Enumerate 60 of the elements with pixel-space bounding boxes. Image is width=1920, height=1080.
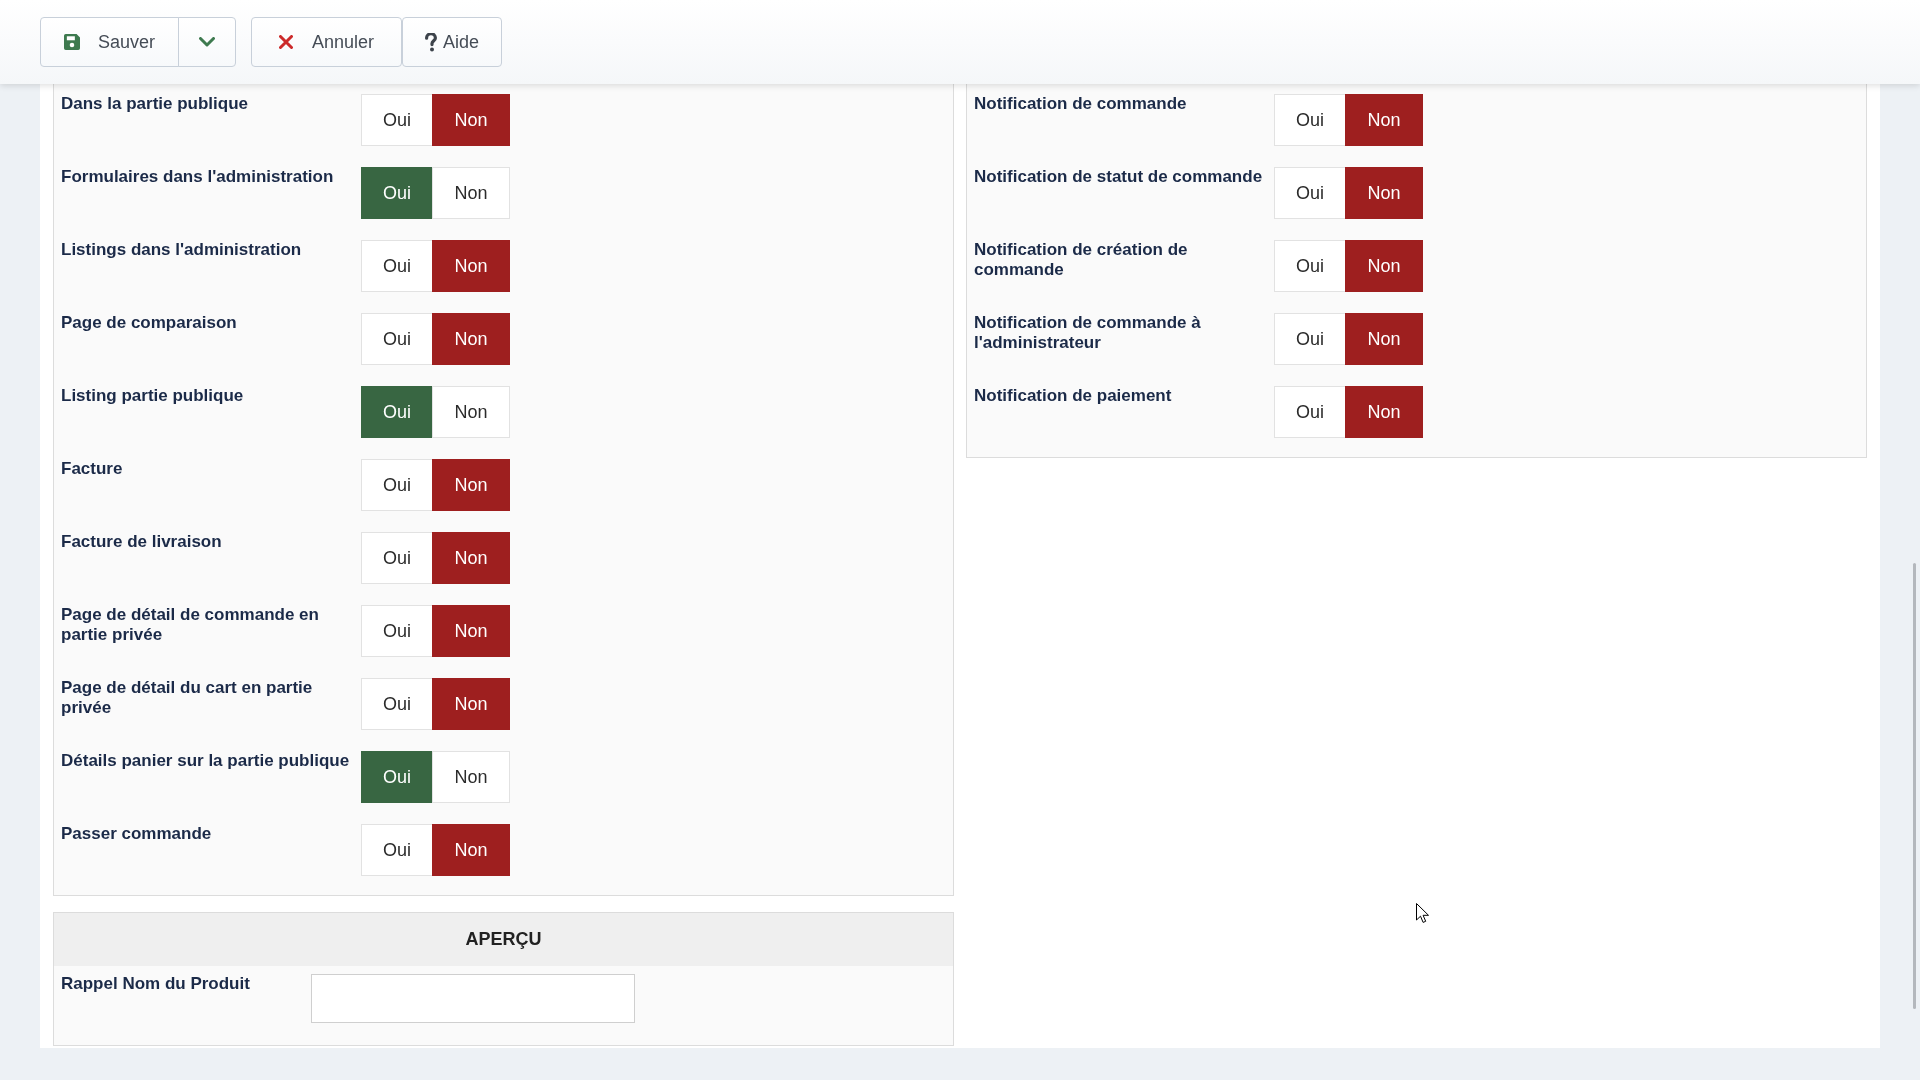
setting-label: Formulaires dans l'administration xyxy=(61,167,335,187)
close-icon xyxy=(278,35,293,49)
input-field[interactable] xyxy=(311,974,635,1023)
toggle-option[interactable]: Oui xyxy=(1274,386,1345,438)
setting-label: Facture xyxy=(61,459,124,479)
setting-label: Notification de création de commande xyxy=(974,240,1189,280)
setting-label: Notification de commande xyxy=(974,94,1188,114)
help-button[interactable]: Aide xyxy=(402,17,502,67)
section-heading: APERÇU xyxy=(54,913,953,966)
field-label: Rappel Nom du Produit xyxy=(61,974,251,994)
toggle-option[interactable]: Oui xyxy=(361,313,432,365)
scrollbar[interactable] xyxy=(1913,563,1916,1009)
setting-label: Listing partie publique xyxy=(61,386,245,406)
setting-label: Notification de paiement xyxy=(974,386,1173,406)
toggle-option[interactable]: Oui xyxy=(1274,94,1345,146)
setting-label: Détails panier sur la partie publique xyxy=(61,751,351,771)
toggle-option[interactable]: Non xyxy=(432,532,510,584)
setting-label: Page de détail de commande en partie privée xyxy=(61,605,320,645)
toggle-option[interactable]: Non xyxy=(432,386,510,438)
toggle-option[interactable]: Non xyxy=(432,240,510,292)
setting-label: Passer commande xyxy=(61,824,213,844)
toggle-option[interactable]: Oui xyxy=(361,94,432,146)
toggle-option[interactable]: Oui xyxy=(361,532,432,584)
toggle-option[interactable]: Oui xyxy=(361,678,432,730)
toggle-option[interactable]: Non xyxy=(1345,240,1423,292)
chevron-down-icon xyxy=(199,37,215,47)
toggle-option[interactable]: Oui xyxy=(1274,167,1345,219)
setting-label: Listings dans l'administration xyxy=(61,240,303,260)
toggle-option[interactable]: Non xyxy=(1345,167,1423,219)
toggle-option[interactable]: Non xyxy=(432,751,510,803)
toggle-option[interactable]: Oui xyxy=(361,751,432,803)
toggle-option[interactable]: Non xyxy=(1345,313,1423,365)
toggle-option[interactable]: Non xyxy=(432,605,510,657)
toggle-option[interactable]: Oui xyxy=(361,824,432,876)
toggle-option[interactable]: Non xyxy=(432,824,510,876)
setting-label: Page de comparaison xyxy=(61,313,238,333)
help-icon xyxy=(425,32,437,52)
toggle-option[interactable]: Oui xyxy=(361,459,432,511)
toggle-option[interactable]: Oui xyxy=(1274,240,1345,292)
toggle-option[interactable]: Non xyxy=(432,459,510,511)
toggle-option[interactable]: Non xyxy=(432,313,510,365)
toggle-option[interactable]: Non xyxy=(1345,386,1423,438)
setting-label: Facture de livraison xyxy=(61,532,223,552)
toggle-option[interactable]: Non xyxy=(432,678,510,730)
cursor-icon xyxy=(1416,903,1429,924)
dropdown-button[interactable] xyxy=(178,17,236,67)
setting-label: Notification de commande à l'administrateur xyxy=(974,313,1202,353)
toggle-option[interactable]: Oui xyxy=(361,386,432,438)
toggle-option[interactable]: Oui xyxy=(361,605,432,657)
save-button[interactable]: Sauver xyxy=(40,17,179,67)
toggle-option[interactable]: Oui xyxy=(361,167,432,219)
cancel-button[interactable]: Annuler xyxy=(251,17,402,67)
toggle-option[interactable]: Non xyxy=(432,167,510,219)
toggle-option[interactable]: Non xyxy=(1345,94,1423,146)
setting-label: Dans la partie publique xyxy=(61,94,250,114)
setting-label: Notification de statut de commande xyxy=(974,167,1264,187)
setting-label: Page de détail du cart en partie privée xyxy=(61,678,314,718)
toggle-option[interactable]: Non xyxy=(432,94,510,146)
toggle-option[interactable]: Oui xyxy=(361,240,432,292)
toggle-option[interactable]: Oui xyxy=(1274,313,1345,365)
